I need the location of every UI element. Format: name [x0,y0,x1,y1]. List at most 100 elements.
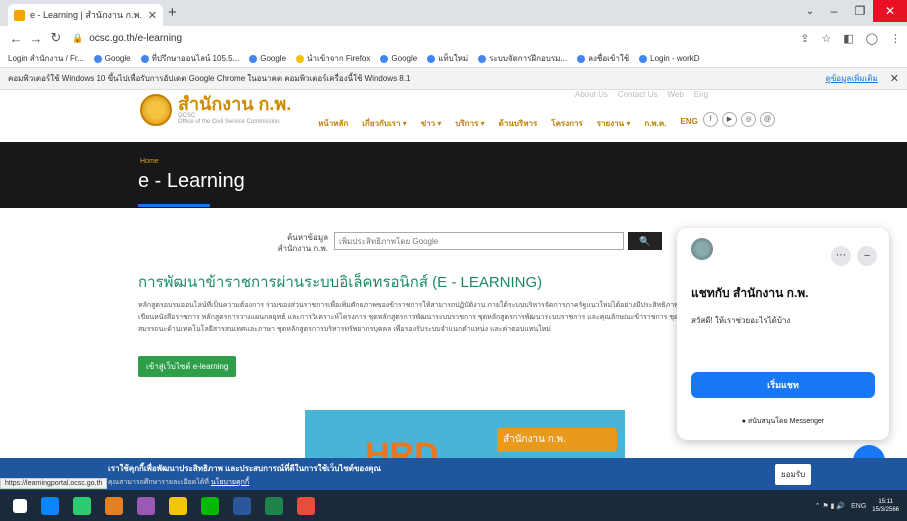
google-icon [249,54,258,63]
youtube-icon[interactable]: ▶ [722,112,737,127]
cookie-text: เราใช้คุกกี้เพื่อพัฒนาประสิทธิภาพ และประ… [108,464,381,473]
forward-icon[interactable]: → [26,31,46,46]
bookmark-item[interactable]: ลงชื่อเข้าใช้ [577,52,629,65]
lock-icon[interactable]: 🔒 [72,33,83,44]
star-icon[interactable]: ☆ [821,32,831,45]
cookie-policy-link[interactable]: นโยบายคุกกี้ [211,479,249,486]
app-icon[interactable] [137,496,155,515]
top-link[interactable]: Web [667,90,683,99]
menu-icon[interactable]: ⋮ [890,32,901,45]
nav-item[interactable]: บริการ ▾ [455,117,484,130]
nav-item[interactable]: รายงาน ▾ [597,117,631,130]
bookmark-item[interactable]: Login สำนักงาน / Fr... [8,52,84,65]
bookmark-item[interactable]: Google [380,54,417,63]
globe-icon [478,54,487,63]
browser-tab[interactable]: e - Learning | สำนักงาน ก.พ. (OCSC ✕ [8,4,163,26]
nav-item[interactable]: ENG [680,117,697,130]
site-logo[interactable]: สำนักงาน ก.พ. OCSC Office of the Civil S… [140,94,291,126]
start-chat-button[interactable]: เริ่มแชท [691,372,875,398]
facebook-icon[interactable]: f [703,112,718,127]
profile-icon[interactable]: ◯ [866,32,878,45]
chrome-icon[interactable] [297,496,315,515]
search-button[interactable]: 🔍 [628,232,662,250]
store-icon[interactable] [73,496,91,515]
nav-item[interactable]: ก.พ.ค. [644,117,666,130]
nav-item[interactable]: ด้านบริหาร [499,117,538,130]
bookmarks-bar: Login สำนักงาน / Fr... Google ที่ปรึกษาอ… [0,50,907,68]
top-link[interactable]: About Us [575,90,608,99]
close-tab-icon[interactable]: ✕ [148,9,157,22]
main-nav: หน้าหลัก เกี่ยวกับเรา ▾ ข่าว ▾ บริการ ▾ … [318,117,698,130]
new-tab-icon[interactable]: + [168,4,177,21]
infobar-message: คอมพิวเตอร์ใช้ Windows 10 ขึ้นไปเพื่อรับ… [8,74,411,83]
firefox-icon[interactable] [105,496,123,515]
nav-item[interactable]: โครงการ [551,117,582,130]
page-title: e - Learning [138,170,245,192]
windows-start-icon[interactable] [13,498,27,513]
more-options-icon[interactable]: ⋯ [831,246,851,266]
elearning-button[interactable]: เข้าสู่เว็บไซต์ e-learning [138,356,237,377]
language-indicator[interactable]: ENG [851,503,866,510]
bookmark-item[interactable]: แท็บใหม่ [427,52,468,65]
address-bar: ← → ↻ 🔒 ocsc.go.th/e-learning ⇪ ☆ ◧ ◯ ⋮ [0,26,907,50]
email-icon[interactable]: @ [760,112,775,127]
bookmark-item[interactable]: Login - workD [639,54,700,63]
avatar [691,238,713,260]
nav-item[interactable]: เกี่ยวกับเรา ▾ [362,117,406,130]
search-input[interactable] [334,232,624,250]
bookmark-item[interactable]: Google [93,54,131,63]
rss-icon[interactable]: ◎ [741,112,756,127]
globe-icon [577,54,586,63]
close-window-icon[interactable]: ✕ [873,0,907,22]
ie-icon[interactable] [41,496,59,515]
chat-title: แชทกับ สำนักงาน ก.พ. [691,286,809,300]
bookmark-item[interactable]: Google [249,54,286,63]
google-icon [93,54,102,63]
explorer-icon[interactable] [169,496,187,515]
minimize-chat-icon[interactable]: – [857,246,877,266]
globe-icon [639,54,648,63]
favicon-icon [14,9,25,21]
top-link[interactable]: Eng [694,90,708,99]
update-infobar: คอมพิวเตอร์ใช้ Windows 10 ขึ้นไปเพื่อรับ… [0,68,907,90]
line-icon[interactable] [201,496,219,515]
messenger-chat-widget: ⋯ – แชทกับ สำนักงาน ก.พ. สวัสดี! ให้เราช… [677,228,889,440]
chevron-down-icon[interactable]: ⌄ [799,6,821,17]
social-links: f ▶ ◎ @ [703,112,775,127]
infobar-more-link[interactable]: ดูข้อมูลเพิ่มเติม [826,72,878,85]
clock[interactable]: 15:11 15/3/2566 [872,498,899,514]
close-infobar-icon[interactable]: ✕ [890,72,899,85]
accept-cookie-button[interactable]: ยอมรับ [775,464,812,485]
seal-icon [140,94,172,126]
top-links: About Us Contact Us Web Eng [575,90,708,99]
back-icon[interactable]: ← [6,31,26,46]
promo-logo: สำนักงาน ก.พ. [497,428,617,452]
messenger-credit: ● สนับสนุนโดย Messenger [741,418,825,425]
top-link[interactable]: Contact Us [618,90,658,99]
globe-icon [427,54,436,63]
promo-hrd-text: HRD [365,436,439,460]
share-icon[interactable]: ⇪ [800,32,809,45]
excel-icon[interactable] [265,496,283,515]
bookmark-item[interactable]: ที่ปรึกษาออนไลน์ 105.5... [140,52,239,65]
word-icon[interactable] [233,496,251,515]
maximize-icon[interactable]: ❐ [847,4,873,18]
globe-icon [140,54,149,63]
promo-banner[interactable]: HRD สำนักงาน ก.พ. [305,410,625,460]
breadcrumb[interactable]: Home [140,158,159,165]
sidepanel-icon[interactable]: ◧ [843,32,853,45]
url-input[interactable]: 🔒 ocsc.go.th/e-learning [72,29,792,47]
minimize-icon[interactable]: – [821,4,847,18]
section-heading: การพัฒนาข้าราชการผ่านระบบอิเล็คทรอนิกส์ … [138,274,543,291]
bookmark-item[interactable]: ระบบจัดการฝึกอบรม... [478,52,567,65]
logo-thai: สำนักงาน ก.พ. [178,94,292,114]
reload-icon[interactable]: ↻ [46,30,66,46]
page-banner: Home e - Learning [0,142,907,208]
cookie-consent-bar: เราใช้คุกกี้เพื่อพัฒนาประสิทธิภาพ และประ… [0,458,907,490]
folder-icon [296,54,305,63]
search-label: ค้นหาข้อมูล สำนักงาน ก.พ. [277,233,328,253]
nav-item[interactable]: หน้าหลัก [318,117,348,130]
tray-icons[interactable]: ⌃ ⚑ ▮ 🔊 [815,502,846,510]
bookmark-item[interactable]: นำเข้าจาก Firefox [296,52,370,65]
nav-item[interactable]: ข่าว ▾ [421,117,442,130]
